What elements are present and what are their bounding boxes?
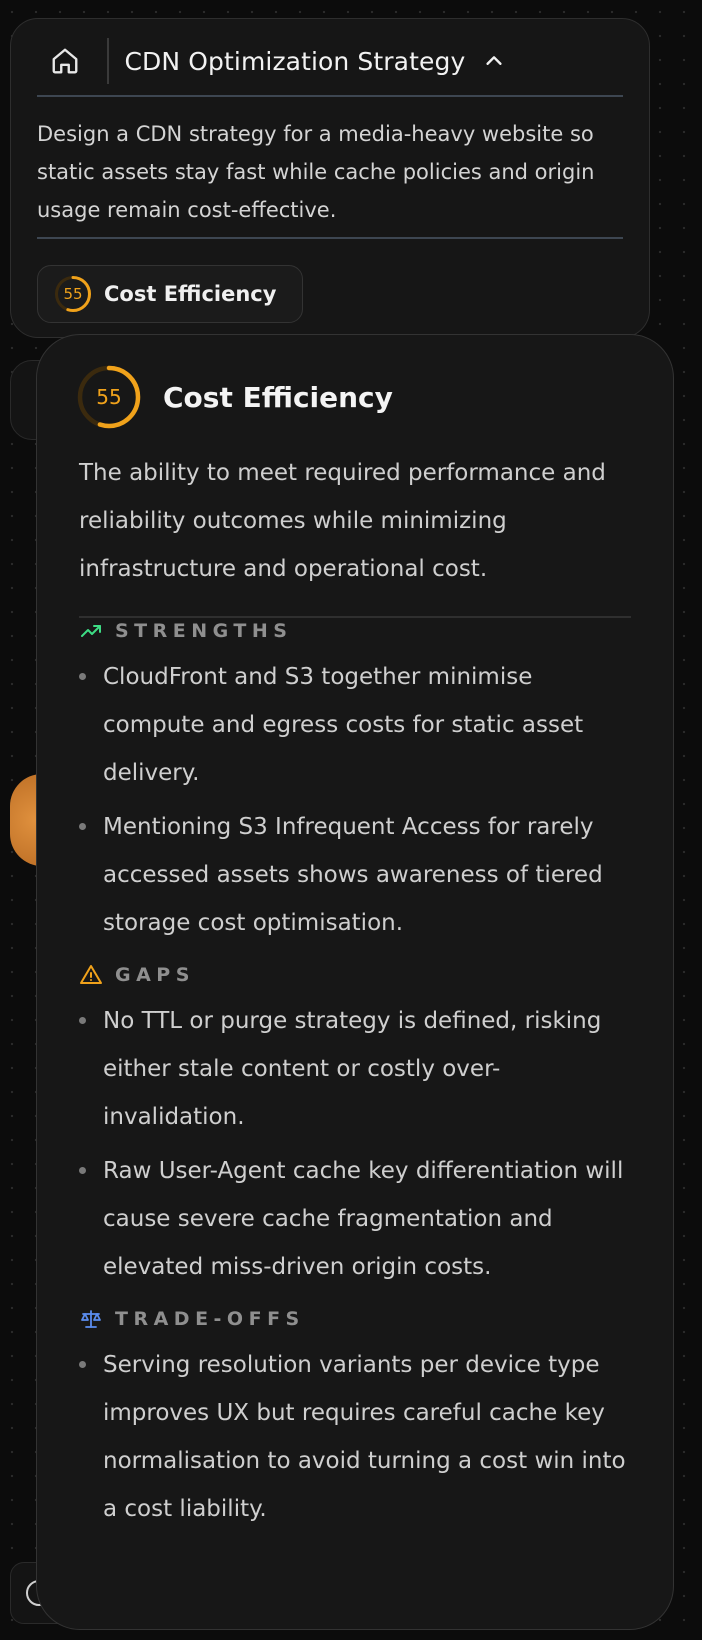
popover-header: 55 Cost Efficiency <box>77 365 393 429</box>
list-item: Mentioning S3 Infrequent Access for rare… <box>79 803 627 947</box>
score-ring-large: 55 <box>77 365 141 429</box>
badge-label: Cost Efficiency <box>104 282 277 306</box>
list-item: Raw User-Agent cache key differentiation… <box>79 1147 627 1291</box>
home-button[interactable] <box>37 33 93 89</box>
list-item: CloudFront and S3 together minimise comp… <box>79 653 627 797</box>
trending-up-icon <box>81 625 101 637</box>
cost-efficiency-badge[interactable]: 55 Cost Efficiency <box>37 265 303 323</box>
header-divider <box>107 38 109 84</box>
criterion-detail-popover: 55 Cost Efficiency The ability to meet r… <box>36 334 674 1630</box>
badge-score: 55 <box>63 285 83 303</box>
strengths-label: STRENGTHS <box>115 620 293 642</box>
tradeoffs-list: Serving resolution variants per device t… <box>79 1341 627 1539</box>
strengths-list: CloudFront and S3 together minimise comp… <box>79 653 627 953</box>
chevron-up-icon <box>486 56 502 65</box>
page-title: CDN Optimization Strategy <box>124 46 466 76</box>
gaps-label: GAPS <box>115 964 195 986</box>
list-item: No TTL or purge strategy is defined, ris… <box>79 997 627 1141</box>
home-icon <box>52 48 78 74</box>
score-ring-small: 55 <box>54 275 92 313</box>
warning-icon <box>80 965 102 984</box>
header-row: CDN Optimization Strategy <box>37 33 623 89</box>
popover-score: 55 <box>96 385 122 409</box>
description-separator <box>37 237 623 239</box>
list-item: Serving resolution variants per device t… <box>79 1341 627 1533</box>
tradeoffs-label: TRADE-OFFS <box>115 1308 305 1330</box>
scale-icon <box>81 1310 101 1328</box>
problem-header-card: CDN Optimization Strategy Design a CDN s… <box>10 18 650 338</box>
popover-description: The ability to meet required performance… <box>79 460 606 582</box>
gaps-list: No TTL or purge strategy is defined, ris… <box>79 997 627 1297</box>
strengths-heading: STRENGTHS <box>79 617 292 645</box>
collapse-button[interactable] <box>483 50 505 72</box>
tradeoffs-heading: TRADE-OFFS <box>79 1305 305 1333</box>
gaps-heading: GAPS <box>79 961 195 989</box>
popover-title: Cost Efficiency <box>163 380 393 414</box>
problem-description: Design a CDN strategy for a media-heavy … <box>37 122 595 222</box>
header-separator <box>37 95 623 97</box>
